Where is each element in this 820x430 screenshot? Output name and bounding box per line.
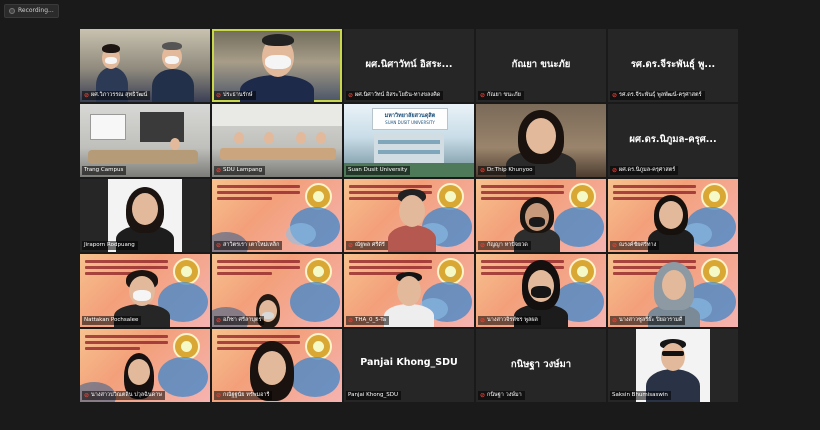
participant-name: ⊘ ประธานรักษ์ [214,91,256,100]
participant-name: ⊘ รศ.ดร.จีระพันธุ์ พูลพัฒน์-ครุศาสตร์ [610,91,705,100]
participant-video [384,304,434,327]
participant-name: ⊘ กัญญา หาปัจยวด [478,241,531,250]
video-tile[interactable]: Nattakan Pochsalee [80,254,210,327]
participant-name: ⊘ สาวิตรเรา เตาใหม่เหล็ก [214,241,283,250]
video-tile[interactable]: ⊘ ณรงค์ชัยศรีทาง [608,179,738,252]
video-tile[interactable]: ⊘ นางสาวจิรพัชร พูลผล [476,254,606,327]
mic-muted-icon: ⊘ [480,92,486,99]
video-tile[interactable]: Trang Campus [80,104,210,177]
participant-video [388,225,436,252]
university-logo-icon [569,258,596,285]
participant-name: Panjai Khong_SDU [346,391,402,400]
mic-muted-icon: ⊘ [348,317,354,324]
university-logo-icon [701,183,728,210]
mic-muted-icon: ⊘ [612,317,618,324]
video-tile[interactable]: ⊘ กัญญา หาปัจยวด [476,179,606,252]
university-logo-icon [305,183,332,210]
video-tile[interactable]: ⊘ ณัฐพล ศรีดีรี [344,179,474,252]
participant-name: ⊘ ผศ.นิศาวัทน์ อิสระโยธิน-ทางขลงคิด [346,91,444,100]
mic-muted-icon: ⊘ [348,242,354,249]
mic-muted-icon: ⊘ [480,392,486,399]
participant-display-name: รศ.ดร.จีระพันธุ์ พู... [630,59,716,70]
video-gallery: ⊘ ผศ.วิภาวรรณ สุทธิวัฒน์ ⊘ ประธานรักษ์ ผศ.… [80,29,738,402]
video-tile[interactable]: ⊘ THA_0_5-Ta [344,254,474,327]
screen [140,112,184,142]
participant-display-name: กนิษฐา วงษ์มา [510,359,572,370]
recording-indicator[interactable]: Recording... [4,4,59,18]
mic-muted-icon: ⊘ [612,92,618,99]
participant-name: Saksin Bhumisaswin [610,391,671,400]
participant-name: Jiraporn Rodpuang [82,241,138,250]
mic-muted-icon: ⊘ [480,242,486,249]
participant-name: ⊘ ณัฐพล ศรีดีรี [346,241,388,250]
mic-muted-icon: ⊘ [216,92,222,99]
mic-muted-icon: ⊘ [216,392,222,399]
participant-name: ⊘ SDU Lampang [214,166,266,175]
participant-name: ⊘ อภิชา ศรีลาบุตร [214,316,265,325]
video-tile[interactable]: ⊘ สาวิตรเรา เตาใหม่เหล็ก [212,179,342,252]
participant-display-name: กัณยา ขนะภัย [511,59,571,70]
mic-muted-icon: ⊘ [612,242,618,249]
university-logo-icon [569,183,596,210]
participant-name: ⊘ ผศ.วิภาวรรณ สุทธิวัฒน์ [82,91,151,100]
university-logo-icon [173,258,200,285]
video-tile[interactable]: ⊘ ผศ.วิภาวรรณ สุทธิวัฒน์ [80,29,210,102]
sunglasses [662,351,684,356]
mic-muted-icon: ⊘ [216,242,222,249]
video-tile[interactable]: ⊘ กณัฐฐนัย ทรัพมอารี [212,329,342,402]
video-tile[interactable]: ⊘ นางสาวปวิณตลิ่น ปวุลฉินดาษ [80,329,210,402]
university-logo-icon [701,258,728,285]
mic-muted-icon: ⊘ [480,317,486,324]
participant-name: ⊘ นางสาวจิรพัชร พูลผล [478,316,541,325]
mic-muted-icon: ⊘ [216,317,222,324]
participant-name: ⊘ ผศ.ดร.นิภูมล-ครุศาสตร์ [610,166,679,175]
video-tile[interactable]: ผศ.นิศาวัทน์ อิสระ... ⊘ ผศ.นิศาวัทน์ อิสร… [344,29,474,102]
video-tile[interactable]: มหาวิทยาลัยสวนดุสิต SUAN DUSIT UNIVERSIT… [344,104,474,177]
participant-name: ⊘ Dr.Thip Khunyoo [478,166,536,175]
participant-name: ⊘ นางสาวซูลรีย๊ะ ปิยอารามดี [610,316,686,325]
participant-name: ⊘ THA_0_5-Ta [346,316,390,325]
video-tile[interactable]: Panjai Khong_SDU Panjai Khong_SDU [344,329,474,402]
participant-name: ⊘ กณัฐฐนัย ทรัพมอารี [214,391,273,400]
university-logo-icon [173,333,200,360]
participant-name: ⊘ กนิษฐา วงษ์มา [478,391,525,400]
participant-name: Trang Campus [82,166,127,175]
video-tile[interactable]: Jiraporn Rodpuang [80,179,210,252]
record-icon [9,8,15,14]
participant-name: ⊘ ณรงค์ชัยศรีทาง [610,241,660,250]
video-tile[interactable]: ⊘ Dr.Thip Khunyoo [476,104,606,177]
mic-muted-icon: ⊘ [84,92,90,99]
video-tile[interactable]: รศ.ดร.จีระพันธุ์ พู... ⊘ รศ.ดร.จีระพันธุ์… [608,29,738,102]
university-logo-icon [305,258,332,285]
participant-name: ⊘ กัณยา ขนะภัย [478,91,524,100]
mic-muted-icon: ⊘ [84,392,90,399]
mic-muted-icon: ⊘ [216,167,222,174]
video-tile[interactable]: Saksin Bhumisaswin [608,329,738,402]
mic-muted-icon: ⊘ [612,167,618,174]
participant-name: Nattakan Pochsalee [82,316,142,325]
mic-muted-icon: ⊘ [480,167,486,174]
video-tile[interactable]: ⊘ อภิชา ศรีลาบุตร [212,254,342,327]
university-logo-icon [305,333,332,360]
video-tile[interactable]: กนิษฐา วงษ์มา ⊘ กนิษฐา วงษ์มา [476,329,606,402]
university-logo-icon [437,258,464,285]
participant-display-name: ผศ.ดร.นิภูมล-ครุศ... [629,134,717,145]
participant-display-name: ผศ.นิศาวัทน์ อิสระ... [365,59,453,70]
recording-label: Recording... [18,7,54,14]
table [220,148,336,160]
video-tile[interactable]: กัณยา ขนะภัย ⊘ กัณยา ขนะภัย [476,29,606,102]
participant-name: Suan Dusit University [346,166,411,175]
mic-muted-icon: ⊘ [348,92,354,99]
video-tile-active-speaker[interactable]: ⊘ ประธานรักษ์ [212,29,342,102]
participant-display-name: Panjai Khong_SDU [360,357,458,368]
video-tile[interactable]: ⊘ SDU Lampang [212,104,342,177]
participant-name: ⊘ นางสาวปวิณตลิ่น ปวุลฉินดาษ [82,391,165,400]
table [88,150,198,164]
video-tile[interactable]: ⊘ นางสาวซูลรีย๊ะ ปิยอารามดี [608,254,738,327]
video-tile[interactable]: ผศ.ดร.นิภูมล-ครุศ... ⊘ ผศ.ดร.นิภูมล-ครุศา… [608,104,738,177]
university-logo-icon [437,183,464,210]
university-sign: มหาวิทยาลัยสวนดุสิต SUAN DUSIT UNIVERSIT… [372,108,448,130]
window [90,114,126,140]
